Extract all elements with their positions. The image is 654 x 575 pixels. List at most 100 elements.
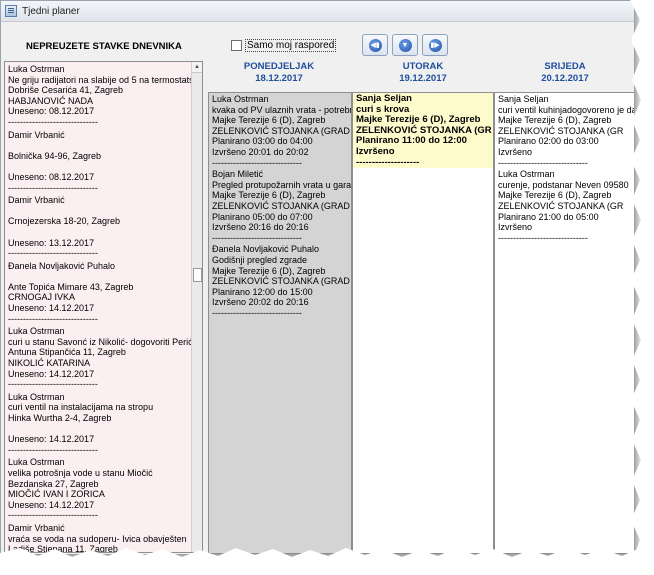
day-date: 19.12.2017 [399,73,447,84]
skip-forward-icon: ▮▶ [428,38,442,52]
entry-separator: ------------------------------ [8,379,98,390]
entry-line: Izvršeno 20:16 do 20:16 [212,222,309,233]
entry-line: ZELENKOVIĆ STOJANKA (GRAD ZA [212,125,351,136]
unassigned-header: NEPREUZETE STAVKE DNEVNIKA [26,41,182,52]
unassigned-entry[interactable]: Luka Ostrman Ne griju radijatori na slabi… [5,62,191,128]
planner-window: Tjedni planer NEPREUZETE STAVKE DNEVNIKA… [0,0,635,555]
entry-line: Crnojezerska 18-20, Zagreb [8,216,121,227]
scroll-thumb[interactable] [193,268,202,282]
schedule-entry[interactable]: Luka Ostrman curenje, podstanar Neven 095… [495,168,634,243]
entry-line: Luka Ostrman [8,64,65,74]
entry-line: Izvršeno [498,146,533,157]
entry-line: Luka Ostrman [8,326,65,337]
entry-line: curi ventil na instalacijama na stropu [8,402,154,413]
own-schedule-filter[interactable]: Samo moj raspored [231,39,337,52]
scroll-up-icon[interactable]: ▲ [192,62,202,73]
schedule-entry[interactable]: Sanja Seljan curi s krova Majke Terezije 6… [353,93,493,169]
day-column-tuesday[interactable]: Sanja Seljan curi s krova Majke Terezije 6… [352,92,494,554]
entry-line: Ladiše Stjepana 11, Zagreb [8,544,118,552]
entry-line: Antuna Stipančića 11, Zagreb [8,347,126,358]
today-down-icon: ▼ [398,38,412,52]
day-header-tuesday: UTORAK 19.12.2017 [353,61,493,85]
entry-line: Planirano 12:00 do 15:00 [212,286,313,297]
entry-separator: ------------------------------ [8,444,98,455]
day-name: SRIJEDA [544,61,586,72]
entry-line: Hinka Wurtha 2-4, Zagreb [8,413,112,423]
entry-line: Majke Terezije 6 (D), Zagreb [498,115,612,126]
next-week-button[interactable]: ▮▶ [422,34,448,56]
entry-separator: -------------------- [356,156,420,168]
entry-separator: ------------------------------ [498,157,588,168]
entry-line: Planirano 21:00 do 05:00 [498,211,599,222]
entry-line: Đanela Novljaković Puhalo [212,244,320,255]
entry-line: HABJANOVIĆ NADA [8,95,94,106]
unassigned-list[interactable]: Luka Ostrman Ne griju radijatori na slabi… [4,61,203,553]
unassigned-entry[interactable]: Luka Ostrman curi u stanu Savonć iz Nikol… [5,324,191,390]
unassigned-entry[interactable]: Damir Vrbanić Bolnička 94-96, Zagreb Unese… [5,128,191,194]
entry-line: Uneseno: 14.12.2017 [8,368,95,379]
entry-line: Damir Vrbanić [8,522,65,533]
day-date: 20.12.2017 [541,73,589,84]
schedule-entry[interactable]: Luka Ostrman kvaka od PV ulaznih vrata - … [209,93,351,168]
entry-line: Sanja Seljan [356,93,412,104]
schedule-entry[interactable]: Bojan Miletić Pregled protupožarnih vrata… [209,168,351,243]
entry-line [8,161,189,172]
entry-line: kvaka od PV ulaznih vrata - potrebna [212,104,351,115]
entry-line [8,424,189,435]
unassigned-entry[interactable]: Damir Vrbanić vraća se voda na sudoperu- … [5,521,191,552]
entry-separator: ------------------------------ [212,157,302,168]
unassigned-entry[interactable]: Luka Ostrman velika potrošnja vode u stan… [5,455,191,521]
unassigned-entry[interactable]: Đanela Novljaković Puhalo Ante Topića Mim… [5,259,191,325]
entry-line: Uneseno: 08.12.2017 [8,106,95,117]
entry-line: Uneseno: 08.12.2017 [8,171,95,182]
entry-line [8,271,189,282]
entry-line: Majke Terezije 6 (D), Zagreb [212,265,326,276]
entry-line: ZELENKOVIĆ STOJANKA (GRAD ZA [212,200,351,211]
entry-line [8,140,189,151]
unassigned-entry[interactable]: Luka Ostrman curi ventil na instalacijama… [5,390,191,456]
entry-separator: ------------------------------ [8,116,98,127]
own-schedule-label: Samo moj raspored [245,39,337,52]
entry-line: ZELENKOVIĆ STOJANKA (GRAD ZA [212,276,351,287]
entry-line: Izvršeno 20:02 do 20:16 [212,297,309,308]
unassigned-entry[interactable]: Damir Vrbanić Crnojezerska 18-20, Zagreb U… [5,193,191,259]
entry-line: Damir Vrbanić [8,195,65,206]
entry-line: Ante Topića Mimare 43, Zagreb [8,281,134,292]
day-date: 18.12.2017 [255,73,303,84]
entry-line: Luka Ostrman [212,94,269,104]
entry-line: Dobriše Cesarića 41, Zagreb [8,85,124,96]
entry-line: curi ventil kuhinjadogovoreno je da [498,104,635,115]
entry-line: ZELENKOVIĆ STOJANKA (GR [498,200,624,211]
day-name: UTORAK [402,61,444,72]
unassigned-scrollbar[interactable]: ▲ [191,62,202,552]
entry-line: Planirano 02:00 do 03:00 [498,136,599,147]
schedule-entry[interactable]: Sanja Seljan curi ventil kuhinjadogovoren… [495,93,635,168]
entry-line: Pregled protupožarnih vrata u garaži s [212,179,351,190]
entry-line: Majke Terezije 6 (D), Zagreb [212,190,326,201]
day-column-wednesday[interactable]: Sanja Seljan curi ventil kuhinjadogovoren… [494,92,635,554]
entry-separator: ------------------------------ [8,248,98,259]
entry-line: Sanja Seljan [498,94,549,104]
entry-line: velika potrošnja vode u stanu Miočić [8,467,153,478]
entry-separator: ------------------------------ [212,232,302,243]
entry-line: Izvršeno [356,145,395,157]
entry-line: NIKOLIĆ KATARINA [8,358,91,369]
current-week-button[interactable]: ▼ [392,34,418,56]
entry-line: curi u stanu Savonć iz Nikolić- dogovori… [8,336,191,347]
entry-line: Bezdanska 27, Zagreb [8,478,99,489]
previous-week-button[interactable]: ◀▮ [362,34,388,56]
entry-separator: ------------------------------ [8,313,98,324]
entry-line: Majke Terezije 6 (D), Zagreb [212,115,326,126]
schedule-entry[interactable]: Đanela Novljaković Puhalo Godišnji pregle… [209,243,351,318]
window-title: Tjedni planer [22,5,80,17]
entry-line: Ne griju radijatori na slabije od 5 na t… [8,74,191,85]
entry-line: vraća se voda na sudoperu- Ivica obavješ… [8,533,187,544]
entry-line: Godišnji pregled zgrade [212,254,308,265]
entry-line: Majke Terezije 6 (D), Zagreb [498,190,612,201]
entry-line: CRNOGAJ IVKA [8,292,76,303]
own-schedule-checkbox[interactable] [231,40,242,51]
entry-line: Izvršeno [498,222,533,233]
title-bar: Tjedni planer [1,1,634,22]
entry-line: MIOČIĆ IVAN I ZORICA [8,489,105,500]
day-column-monday[interactable]: Luka Ostrman kvaka od PV ulaznih vrata - … [208,92,352,554]
